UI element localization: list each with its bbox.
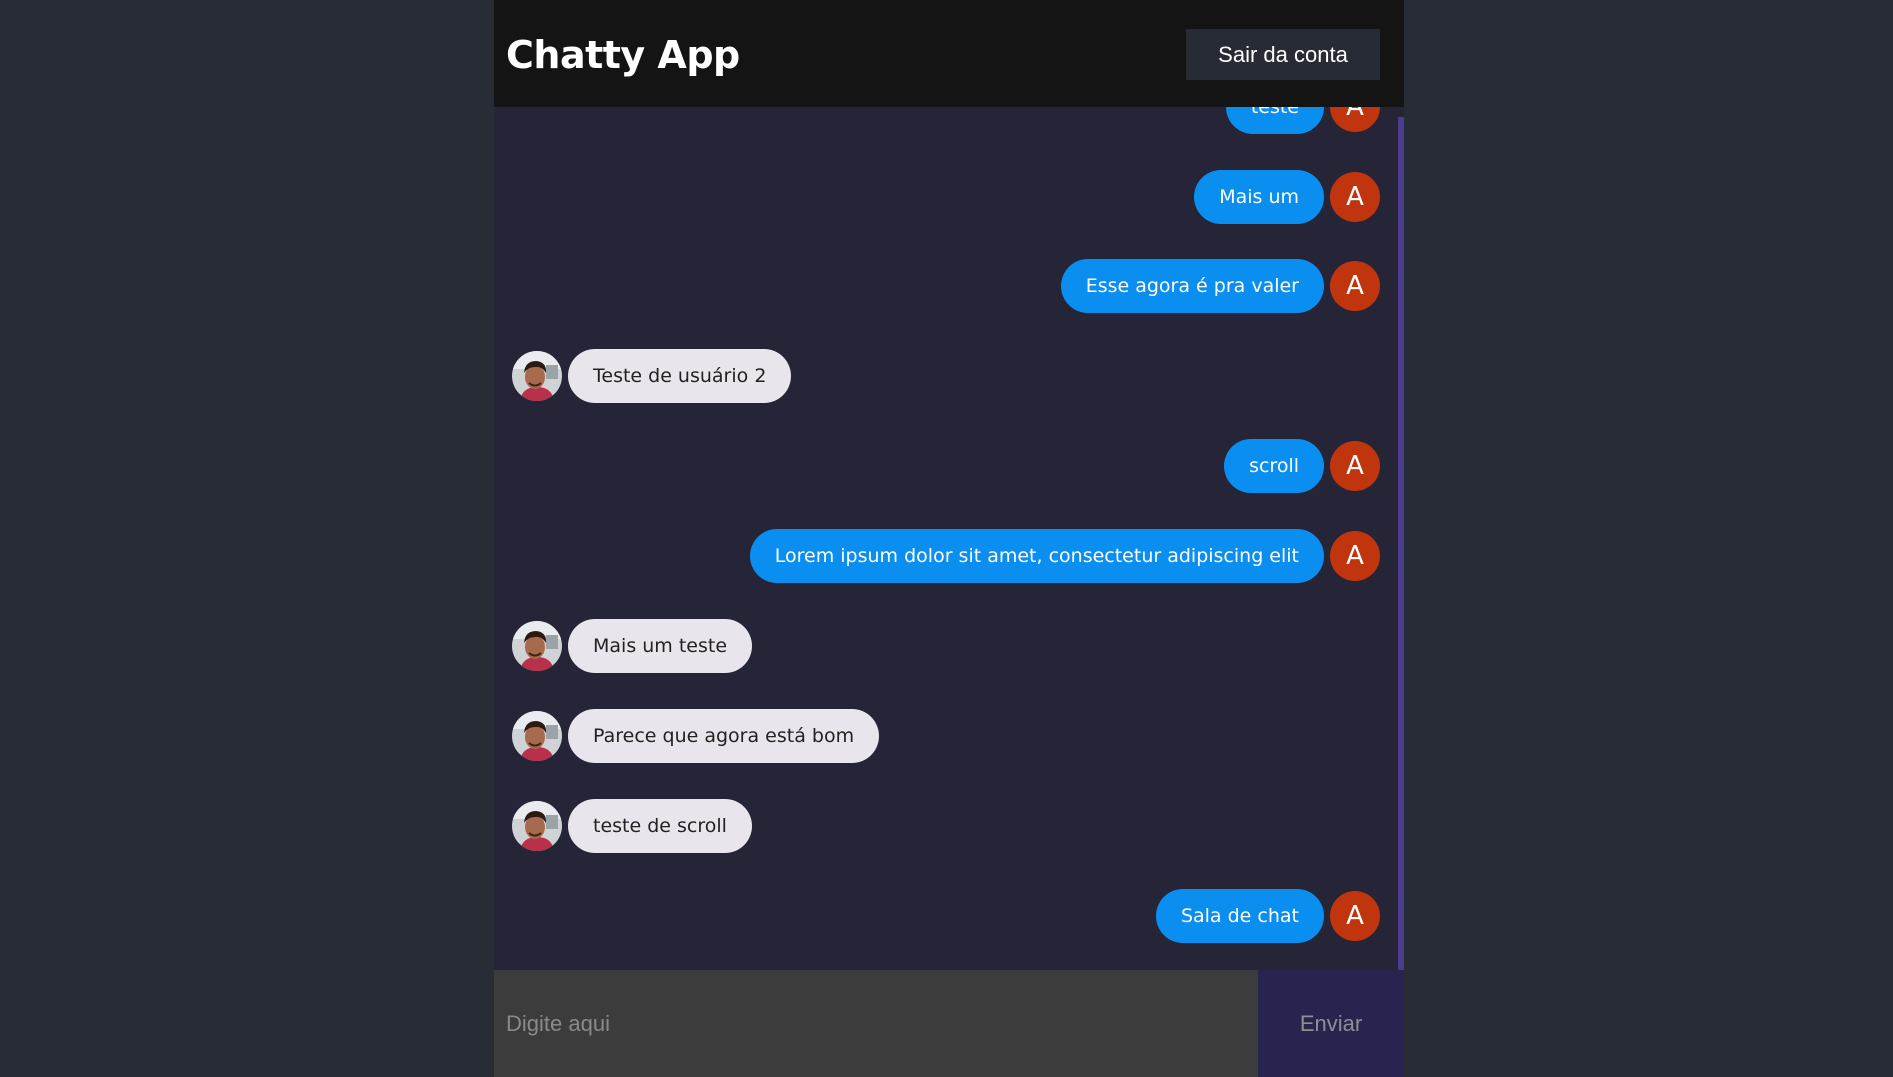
chat-app: Chatty App Sair da conta teste A Mais um…: [494, 0, 1404, 1077]
message-bubble: Mais um: [1194, 170, 1324, 224]
message-bubble: Sala de chat: [1155, 889, 1324, 943]
message-bubble: scroll: [1224, 439, 1324, 493]
message-mine: scroll A: [1224, 439, 1380, 493]
message-bubble: Parece que agora está bom: [568, 709, 880, 763]
message-mine: teste A: [1225, 107, 1380, 134]
user-avatar-initial: A: [1330, 261, 1380, 311]
message-theirs: Teste de usuário 2: [512, 349, 792, 403]
user-avatar-initial: A: [1330, 891, 1380, 941]
message-theirs: Mais um teste: [512, 619, 753, 673]
message-mine: Sala de chat A: [1155, 889, 1380, 943]
user-photo-avatar: [512, 621, 562, 671]
message-bubble: Esse agora é pra valer: [1060, 259, 1324, 313]
message-bubble: Mais um teste: [568, 619, 753, 673]
app-header: Chatty App Sair da conta: [494, 0, 1404, 107]
user-photo-avatar: [512, 711, 562, 761]
message-bubble: teste de scroll: [568, 799, 752, 853]
user-avatar-initial: A: [1330, 172, 1380, 222]
user-avatar-initial: A: [1330, 531, 1380, 581]
message-theirs: Parece que agora está bom: [512, 709, 880, 763]
message-list-scrollbar[interactable]: [1398, 117, 1404, 970]
message-mine: Esse agora é pra valer A: [1060, 259, 1380, 313]
send-button[interactable]: Enviar: [1258, 970, 1404, 1077]
message-input[interactable]: [494, 970, 1258, 1077]
message-theirs: teste de scroll: [512, 799, 752, 853]
user-avatar-initial: A: [1330, 107, 1380, 132]
message-mine: Mais um A: [1194, 170, 1380, 224]
user-photo-avatar: [512, 351, 562, 401]
message-bubble: Teste de usuário 2: [568, 349, 792, 403]
message-composer: Enviar: [494, 970, 1404, 1077]
message-bubble: teste: [1225, 107, 1324, 134]
message-bubble: Lorem ipsum dolor sit amet, consectetur …: [749, 529, 1324, 583]
message-mine: Lorem ipsum dolor sit amet, consectetur …: [749, 529, 1380, 583]
logout-button[interactable]: Sair da conta: [1186, 29, 1380, 80]
user-photo-avatar: [512, 801, 562, 851]
app-title: Chatty App: [506, 33, 740, 77]
message-list[interactable]: teste A Mais um A Esse agora é pra valer…: [494, 107, 1404, 970]
user-avatar-initial: A: [1330, 441, 1380, 491]
